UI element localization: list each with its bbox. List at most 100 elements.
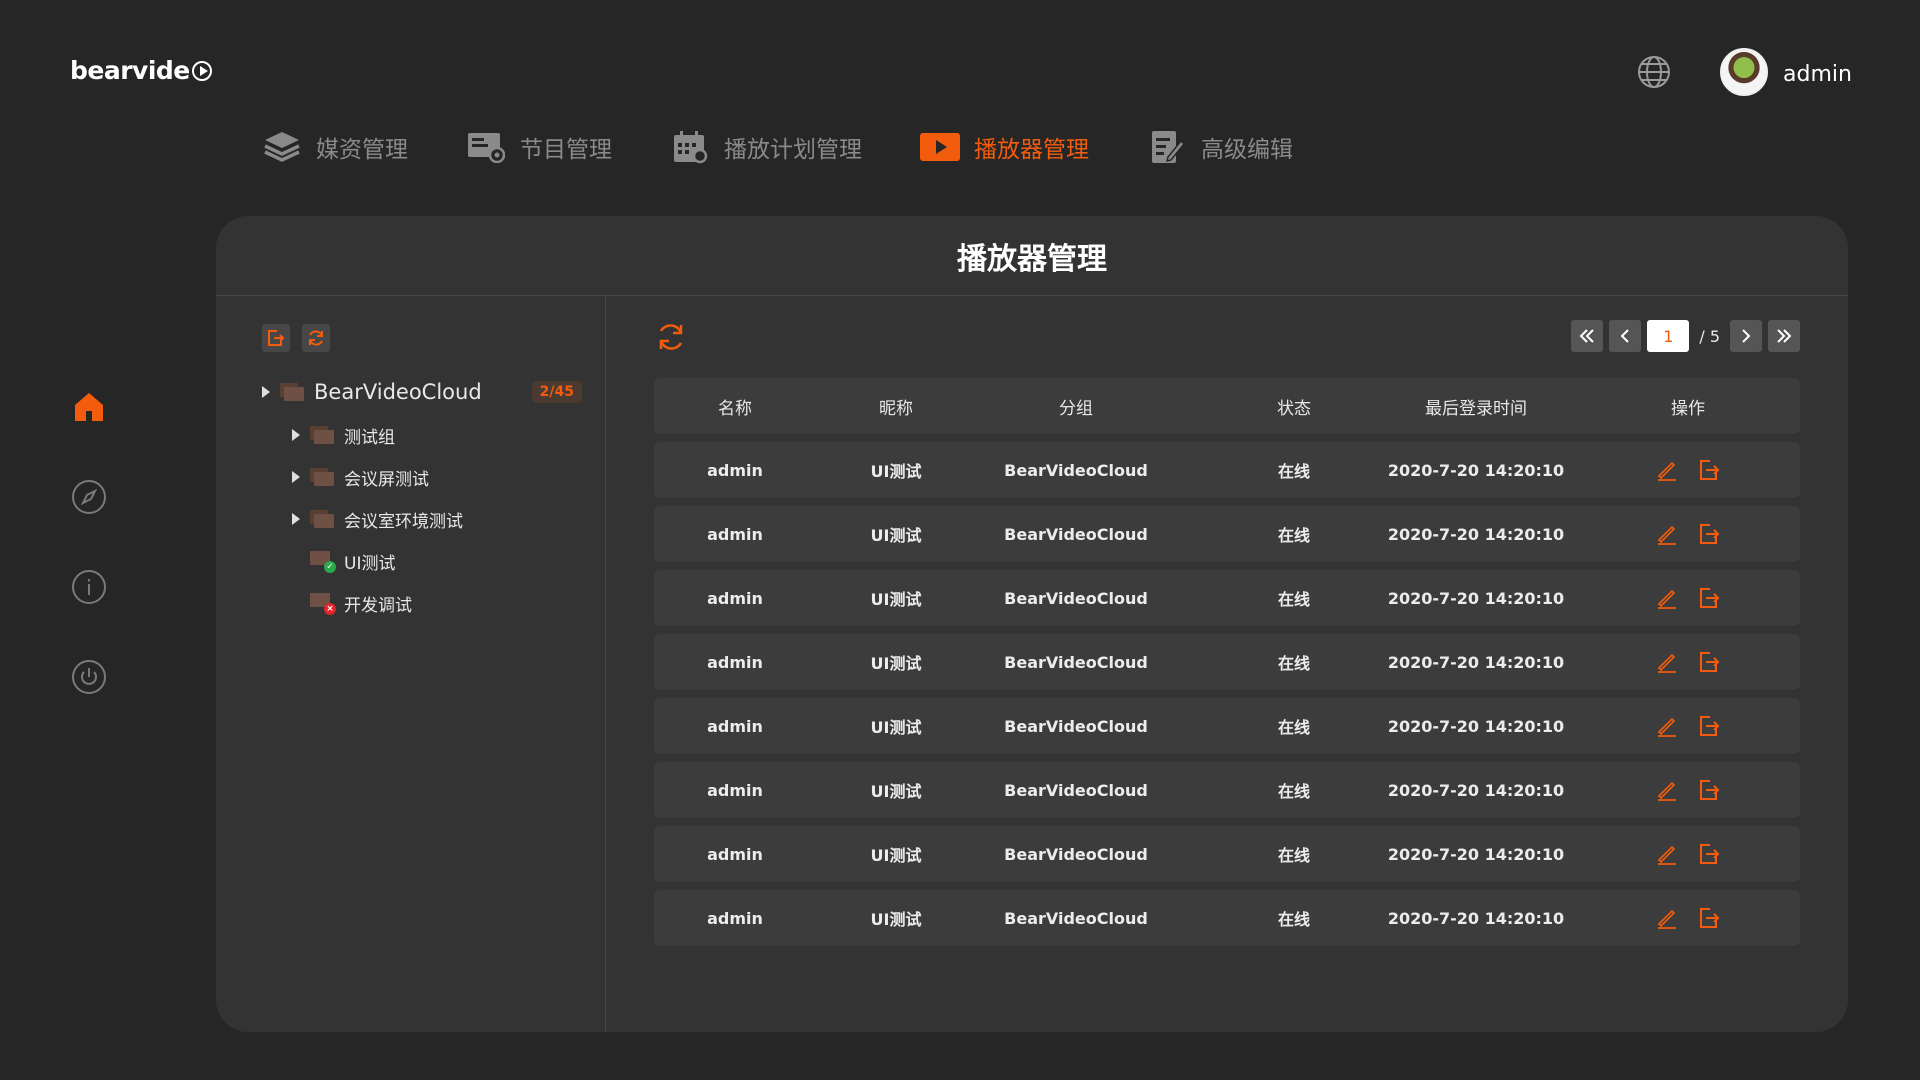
cell-group: BearVideoCloud (1004, 460, 1148, 480)
export-button[interactable] (262, 324, 290, 352)
tree-group-node[interactable]: 会议屏测试 (262, 456, 582, 498)
table-row[interactable]: admin UI测试 BearVideoCloud 在线 2020-7-20 14:20… (654, 826, 1800, 882)
tree-device-node[interactable]: ✓ UI测试 (262, 540, 582, 582)
cell-last-login: 2020-7-20 14:20:10 (1387, 524, 1565, 544)
play-icon (920, 131, 960, 163)
cell-status: 在线 (1277, 590, 1310, 609)
home-icon[interactable] (70, 388, 108, 426)
cell-status: 在线 (1277, 718, 1310, 737)
cell-status: 在线 (1277, 654, 1310, 673)
edit-icon[interactable] (1655, 906, 1679, 930)
folder-icon (280, 383, 304, 401)
cell-last-login: 2020-7-20 14:20:10 (1387, 588, 1565, 608)
tree-group-node[interactable]: 测试组 (262, 414, 582, 456)
double-chevron-right-icon (1777, 329, 1792, 343)
tree-group-node[interactable]: 会议室环境测试 (262, 498, 582, 540)
tree-device-label: 开发调试 (344, 595, 412, 616)
tree-device-node[interactable]: × 开发调试 (262, 582, 582, 624)
export-icon[interactable] (1697, 906, 1721, 930)
cell-nickname: UI测试 (870, 910, 922, 929)
program-icon (466, 131, 506, 163)
group-tree: BearVideoCloud 2/45 测试组 会议屏测试 会议室环境测试 ✓ (262, 370, 582, 624)
export-icon[interactable] (1697, 586, 1721, 610)
nav-player[interactable]: 播放器管理 (920, 130, 1089, 164)
folder-icon (310, 510, 334, 528)
edit-icon[interactable] (1655, 522, 1679, 546)
nav-schedule[interactable]: 播放计划管理 (670, 130, 862, 164)
edit-icon[interactable] (1655, 458, 1679, 482)
nav-advanced-edit[interactable]: 高级编辑 (1147, 130, 1293, 164)
cell-status: 在线 (1277, 782, 1310, 801)
tree-refresh-button[interactable] (302, 324, 330, 352)
next-page-button[interactable] (1730, 320, 1762, 352)
cell-nickname: UI测试 (870, 462, 922, 481)
table-row[interactable]: admin UI测试 BearVideoCloud 在线 2020-7-20 14:20… (654, 698, 1800, 754)
page-input[interactable] (1647, 320, 1690, 352)
chevron-left-icon (1620, 329, 1630, 343)
page-title: 播放器管理 (216, 216, 1848, 296)
cell-last-login: 2020-7-20 14:20:10 (1387, 844, 1565, 864)
cell-status: 在线 (1277, 526, 1310, 545)
power-icon[interactable] (70, 658, 108, 696)
cell-group: BearVideoCloud (1004, 652, 1148, 672)
table-row[interactable]: admin UI测试 BearVideoCloud 在线 2020-7-20 14:20… (654, 634, 1800, 690)
export-icon[interactable] (1697, 778, 1721, 802)
edit-icon[interactable] (1655, 586, 1679, 610)
cell-status: 在线 (1277, 910, 1310, 929)
brand-logo: bearvide (70, 56, 212, 85)
cell-nickname: UI测试 (870, 590, 922, 609)
edit-icon[interactable] (1655, 778, 1679, 802)
cell-group: BearVideoCloud (1004, 524, 1148, 544)
export-icon (268, 330, 285, 346)
globe-icon[interactable] (1636, 54, 1672, 90)
calendar-icon (670, 131, 710, 164)
first-page-button[interactable] (1571, 320, 1604, 352)
list-refresh-icon[interactable] (654, 320, 688, 354)
last-page-button[interactable] (1768, 320, 1800, 352)
export-icon[interactable] (1697, 458, 1721, 482)
edit-icon[interactable] (1655, 650, 1679, 674)
row-actions (1590, 650, 1786, 674)
edit-icon[interactable] (1655, 714, 1679, 738)
edit-doc-icon (1147, 131, 1187, 163)
cell-nickname: UI测试 (870, 654, 922, 673)
cell-nickname: UI测试 (870, 846, 922, 865)
tree-root-node[interactable]: BearVideoCloud 2/45 (262, 370, 582, 414)
page-total: / 5 (1699, 326, 1720, 346)
nav-media[interactable]: 媒资管理 (262, 130, 408, 164)
prev-page-button[interactable] (1609, 320, 1642, 352)
table-body: admin UI测试 BearVideoCloud 在线 2020-7-20 14:20… (654, 442, 1800, 946)
device-count-badge: 2/45 (531, 381, 582, 403)
nav-program[interactable]: 节目管理 (466, 130, 612, 164)
table-row[interactable]: admin UI测试 BearVideoCloud 在线 2020-7-20 14:20… (654, 506, 1800, 562)
table-row[interactable]: admin UI测试 BearVideoCloud 在线 2020-7-20 14:20… (654, 890, 1800, 946)
top-nav: 媒资管理 节目管理 播放计划管理 播放器管理 高级编辑 (262, 130, 1293, 164)
caret-right-icon[interactable] (292, 471, 300, 483)
row-actions (1590, 906, 1786, 930)
cell-last-login: 2020-7-20 14:20:10 (1387, 716, 1565, 736)
table-row[interactable]: admin UI测试 BearVideoCloud 在线 2020-7-20 14:20… (654, 762, 1800, 818)
cell-status: 在线 (1277, 462, 1310, 481)
export-icon[interactable] (1697, 522, 1721, 546)
edit-icon[interactable] (1655, 842, 1679, 866)
row-actions (1590, 842, 1786, 866)
table-row[interactable]: admin UI测试 BearVideoCloud 在线 2020-7-20 14:20… (654, 442, 1800, 498)
compass-icon[interactable] (70, 478, 108, 516)
export-icon[interactable] (1697, 842, 1721, 866)
nav-program-label: 节目管理 (520, 137, 612, 163)
caret-right-icon[interactable] (292, 429, 300, 441)
avatar[interactable] (1720, 48, 1768, 96)
cell-group: BearVideoCloud (1004, 588, 1148, 608)
tree-device-label: UI测试 (344, 553, 396, 574)
caret-right-icon[interactable] (262, 386, 270, 398)
player-management-card: 播放器管理 BearVideoCloud 2/45 测试组 会议屏测试 会议室环… (216, 216, 1848, 1032)
caret-right-icon[interactable] (292, 513, 300, 525)
cell-nickname: UI测试 (870, 782, 922, 801)
nav-player-label: 播放器管理 (974, 137, 1089, 163)
username[interactable]: admin (1783, 62, 1852, 87)
info-icon[interactable] (70, 568, 108, 606)
table-header: 名称 昵称 分组 状态 最后登录时间 操作 (654, 378, 1800, 434)
export-icon[interactable] (1697, 650, 1721, 674)
export-icon[interactable] (1697, 714, 1721, 738)
table-row[interactable]: admin UI测试 BearVideoCloud 在线 2020-7-20 14:20… (654, 570, 1800, 626)
